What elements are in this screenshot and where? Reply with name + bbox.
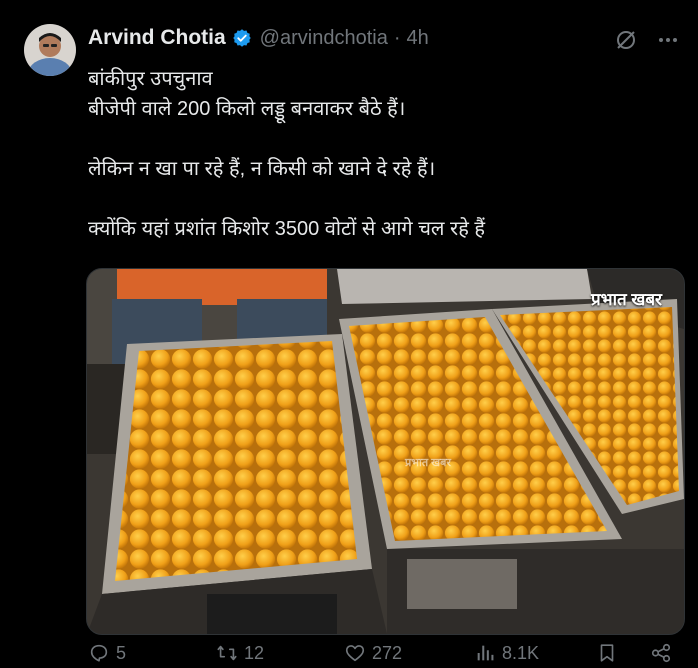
timestamp[interactable]: 4h [407, 27, 429, 50]
views-button[interactable]: 8.1K [474, 642, 539, 664]
views-count: 8.1K [502, 642, 540, 663]
tweet-media-image[interactable]: प्रभात खबर प्रभात खबर [86, 268, 685, 635]
bookmark-button[interactable] [596, 642, 624, 664]
share-icon [651, 643, 671, 663]
separator-dot: · [393, 26, 401, 49]
author-handle[interactable]: @arvindchotia [260, 27, 388, 50]
avatar[interactable] [24, 24, 76, 76]
retweet-button[interactable]: 12 [216, 642, 264, 664]
reply-button[interactable]: 5 [88, 642, 126, 664]
media-watermark-center: प्रभात खबर [405, 457, 451, 469]
tweet-header: Arvind Chotia @arvindchotia · 4h [88, 24, 429, 52]
reply-count: 5 [116, 642, 127, 663]
like-count: 272 [372, 642, 403, 663]
like-button[interactable]: 272 [344, 642, 402, 664]
heart-icon [345, 645, 365, 662]
retweet-count: 12 [244, 642, 265, 663]
tweet-line-1: बांकीपुर उपचुनाव [88, 68, 213, 90]
tweet: Arvind Chotia @arvindchotia · 4h बांकीपु… [0, 0, 698, 668]
more-icon[interactable] [656, 28, 680, 52]
verified-badge-icon [232, 28, 252, 48]
tweet-line-4: क्योंकि यहां प्रशांत किशोर 3500 वोटों से… [88, 218, 485, 240]
tweet-top-actions [614, 28, 680, 52]
share-button[interactable] [650, 642, 678, 664]
tweet-text: बांकीपुर उपचुनाव बीजेपी वाले 200 किलो लड… [88, 64, 668, 244]
bookmark-icon [600, 644, 614, 662]
tweet-line-2: बीजेपी वाले 200 किलो लड्डू बनवाकर बैठे ह… [88, 98, 406, 120]
reply-icon [90, 644, 108, 662]
author-name[interactable]: Arvind Chotia [88, 26, 226, 50]
views-icon [477, 645, 494, 661]
grok-icon[interactable] [614, 28, 638, 52]
retweet-icon [217, 645, 237, 661]
media-watermark: प्रभात खबर [590, 290, 662, 309]
tweet-action-bar: 5 12 272 8.1K [88, 642, 678, 668]
tweet-line-3: लेकिन न खा पा रहे हैं, न किसी को खाने दे… [88, 158, 436, 180]
